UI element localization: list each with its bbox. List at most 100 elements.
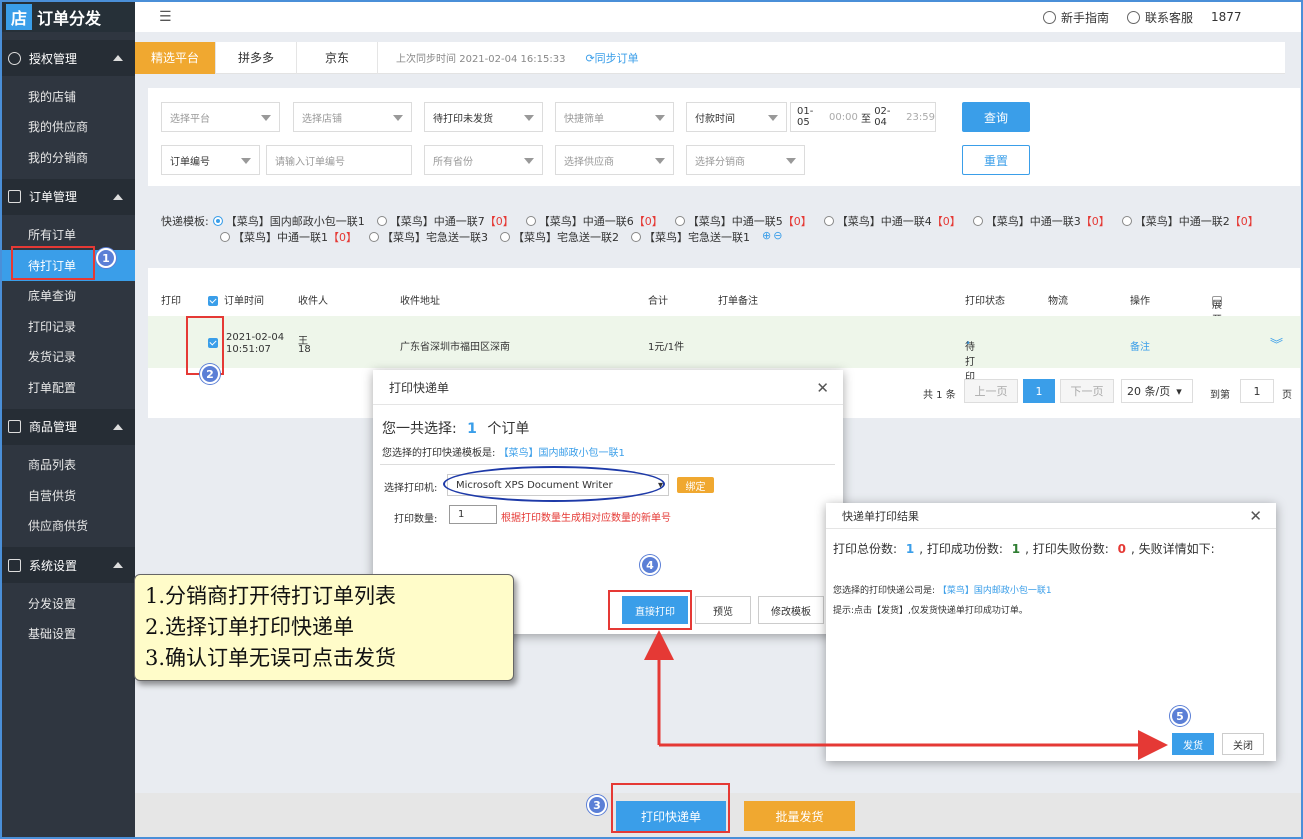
supplier-select[interactable]: 选择供应商	[555, 145, 674, 175]
ship-button[interactable]: 发货	[1172, 733, 1214, 755]
sidebar-item-ship-records[interactable]: 发货记录	[2, 342, 135, 373]
tab-pinduoduo[interactable]: 拼多多	[216, 41, 298, 74]
zoom-in-icon[interactable]: ⊕	[762, 229, 771, 245]
close-icon[interactable]: ✕	[816, 379, 829, 397]
caret-up-icon	[113, 55, 123, 61]
app-logo: 店 订单分发	[2, 2, 135, 32]
step-4-badge: 4	[640, 555, 660, 575]
page-size-select[interactable]: 20 条/页 ▾	[1121, 379, 1193, 403]
guide-label: 新手指南	[1060, 10, 1109, 25]
template-option[interactable]: 【菜鸟】中通一联6【0】	[525, 213, 663, 229]
province-select[interactable]: 所有省份	[424, 145, 543, 175]
sidebar-item-supplier-supply[interactable]: 供应商供货	[2, 511, 135, 542]
template-option[interactable]: 【菜鸟】中通一联4【0】	[823, 213, 961, 229]
service-link[interactable]: 联系客服	[1126, 9, 1193, 26]
sidebar-item-print-records[interactable]: 打印记录	[2, 311, 135, 342]
sidebar-group-settings[interactable]: 系统设置	[2, 547, 135, 583]
edit-template-button[interactable]: 修改模板	[758, 596, 824, 624]
total-count: 1	[905, 542, 915, 556]
batch-ship-button[interactable]: 批量发货	[744, 801, 855, 831]
chevron-down-icon	[655, 115, 665, 121]
distributor-select[interactable]: 选择分销商	[686, 145, 805, 175]
template-option[interactable]: 【菜鸟】宅急送一联2	[500, 229, 619, 245]
compass-icon	[1042, 10, 1056, 24]
date-range-input[interactable]: 01-05 00:00 至 02-04 23:59	[790, 102, 936, 132]
template-option[interactable]: 【菜鸟】中通一联2【0】	[1121, 213, 1259, 229]
pager-goto-input[interactable]: 1	[1240, 379, 1274, 403]
user-account[interactable]: 1877	[1211, 10, 1291, 24]
pager-prev-button[interactable]: 上一页	[964, 379, 1018, 403]
pager-next-button[interactable]: 下一页	[1060, 379, 1114, 403]
col-print: 打印	[161, 296, 181, 307]
sidebar-item-dist-settings[interactable]: 分发设置	[2, 588, 135, 619]
menu-toggle-icon[interactable]: ☰	[159, 9, 172, 25]
close-icon[interactable]: ✕	[1249, 507, 1262, 525]
shop-select[interactable]: 选择店铺	[293, 102, 412, 132]
template-option[interactable]: 【菜鸟】国内邮政小包一联1	[212, 213, 365, 229]
sidebar-item-all-orders[interactable]: 所有订单	[2, 220, 135, 251]
sidebar-item-my-suppliers[interactable]: 我的供应商	[2, 112, 135, 143]
sidebar: 店 订单分发 授权管理 我的店铺 我的供应商 我的分销商 订单管理 所有订单 待…	[2, 2, 135, 837]
company-info: 您选择的打印快递公司是: 【菜鸟】国内邮政小包一联1	[833, 583, 1052, 596]
guide-link[interactable]: 新手指南	[1042, 9, 1109, 26]
printer-highlight-ellipse	[443, 466, 665, 502]
sidebar-group-products[interactable]: 商品管理	[2, 408, 135, 445]
sidebar-group-auth[interactable]: 授权管理	[2, 40, 135, 76]
status-select[interactable]: 待打印未发货	[424, 102, 543, 132]
sidebar-item-waybill-query[interactable]: 底单查询	[2, 281, 135, 312]
radio-icon	[631, 232, 641, 242]
sidebar-item-my-distributors[interactable]: 我的分销商	[2, 142, 135, 173]
sidebar-group-orders[interactable]: 订单管理	[2, 178, 135, 215]
tab-jd[interactable]: 京东	[297, 41, 379, 74]
template-option[interactable]: 【菜鸟】中通一联1【0】	[220, 229, 357, 245]
order-no-input[interactable]: 请输入订单编号	[266, 145, 412, 175]
chevron-down-icon	[524, 115, 534, 121]
template-name: 【菜鸟】宅急送一联3	[382, 231, 488, 244]
template-option[interactable]: 【菜鸟】中通一联3【0】	[972, 213, 1110, 229]
quick-filter-select[interactable]: 快捷筛单	[555, 102, 674, 132]
time-type-select[interactable]: 付款时间	[686, 102, 787, 132]
fail-count: 0	[1117, 542, 1126, 556]
status-text: 待打印	[965, 342, 975, 383]
template-option[interactable]: 【菜鸟】宅急送一联1	[631, 229, 750, 245]
tab-featured[interactable]: 精选平台	[135, 41, 217, 74]
pager-goto-label: 到第	[1210, 390, 1230, 401]
order-total: 1元/1件	[648, 342, 685, 353]
col-time: 订单时间	[224, 296, 264, 307]
sidebar-item-product-list[interactable]: 商品列表	[2, 450, 135, 481]
template-count: 【0】	[633, 215, 663, 228]
sidebar-group-label: 系统设置	[29, 558, 78, 573]
platform-select[interactable]: 选择平台	[161, 102, 280, 132]
close-button[interactable]: 关闭	[1222, 733, 1264, 755]
radio-icon	[369, 232, 379, 242]
sidebar-item-print-config[interactable]: 打单配置	[2, 372, 135, 403]
radio-icon	[500, 232, 510, 242]
expand-chevron-icon[interactable]: ︾	[1270, 334, 1283, 353]
order-no-type-select[interactable]: 订单编号	[161, 145, 260, 175]
template-option[interactable]: 【菜鸟】中通一联7【0】	[376, 213, 514, 229]
table-row[interactable]: 2021-02-04 10:51:07 王 18 广东省深圳市福田区深南 1元/…	[148, 316, 1300, 383]
filter-panel: 选择平台 选择店铺 待打印未发货 快捷筛单 付款时间 01-05 00:00 至…	[148, 88, 1300, 186]
preview-button[interactable]: 预览	[695, 596, 751, 624]
select-value: 选择供应商	[564, 156, 614, 168]
col-receiver: 收件人	[298, 296, 328, 307]
template-option[interactable]: 【菜鸟】宅急送一联3	[369, 229, 488, 245]
sidebar-item-basic-settings[interactable]: 基础设置	[2, 619, 135, 650]
zoom-out-icon[interactable]: ⊖	[773, 229, 782, 245]
reset-button[interactable]: 重置	[962, 145, 1030, 175]
bind-button[interactable]: 绑定	[677, 477, 714, 493]
chevron-down-icon	[655, 158, 665, 164]
direct-print-button[interactable]: 直接打印	[622, 596, 688, 624]
print-waybill-button[interactable]: 打印快递单	[616, 801, 726, 831]
sync-orders-button[interactable]: ⟳同步订单	[585, 50, 638, 66]
select-value: 订单编号	[170, 156, 210, 168]
query-button[interactable]: 查询	[962, 102, 1030, 132]
template-option[interactable]: 【菜鸟】中通一联5【0】	[674, 213, 812, 229]
sidebar-item-my-shops[interactable]: 我的店铺	[2, 81, 135, 112]
quantity-input[interactable]: 1	[449, 505, 497, 524]
col-logistics: 物流	[1048, 296, 1068, 307]
sidebar-item-self-supply[interactable]: 自营供货	[2, 480, 135, 511]
remark-link[interactable]: 备注	[1130, 338, 1150, 353]
pager-current-page[interactable]: 1	[1023, 379, 1055, 403]
divider	[380, 464, 835, 465]
